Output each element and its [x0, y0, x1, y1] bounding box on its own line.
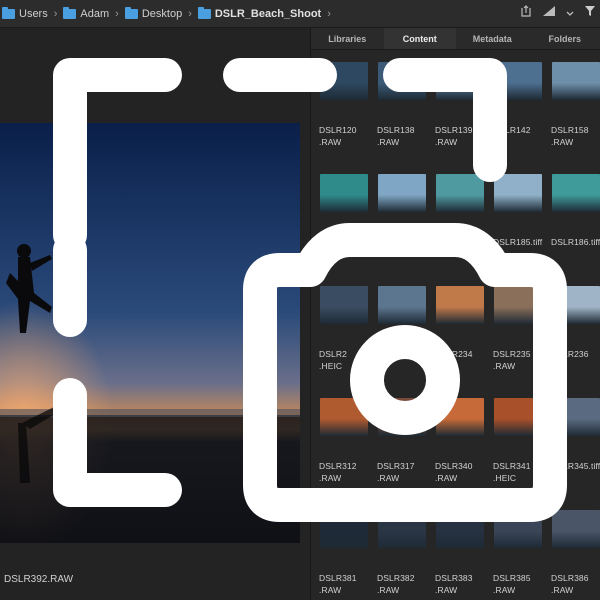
thumbnail-image — [494, 174, 542, 212]
tab-metadata[interactable]: Metadata — [456, 28, 529, 49]
folder-icon — [197, 6, 211, 19]
thumbnail-item[interactable]: DSLR158 .RAW — [549, 58, 600, 170]
thumbnail-image — [552, 510, 600, 548]
preview-caption: DSLR392.RAW — [4, 574, 74, 585]
thumbnail-item[interactable]: DSLR234 — [433, 282, 491, 394]
folder-icon — [63, 6, 77, 19]
thumbnail-item[interactable]: DSLR236 — [549, 282, 600, 394]
thumbnail-image — [436, 174, 484, 212]
thumbnail-image — [378, 286, 426, 324]
chevron-right-icon: › — [115, 7, 119, 20]
thumbnail-filename: DSLR317 .RAW — [377, 461, 415, 483]
thumbnail-filename: DSLR142 — [493, 125, 531, 135]
preview-image[interactable] — [0, 123, 300, 543]
share-icon[interactable] — [520, 5, 532, 20]
thumbnail-filename: DSLR382 .RAW — [377, 573, 415, 595]
thumbnail-image — [378, 398, 426, 436]
breadcrumb-users[interactable]: Users — [2, 6, 48, 20]
thumbnail-image — [552, 286, 600, 324]
tab-libraries[interactable]: Libraries — [311, 28, 384, 49]
thumbnail-filename-ext: .HEIC — [319, 361, 343, 371]
thumbnail-item[interactable]: DSLR138 .RAW — [375, 58, 433, 170]
thumbnail-filename: DSLR2 — [319, 349, 347, 359]
thumbnail-filename: DSLR381 .RAW — [319, 573, 357, 595]
folder-icon — [124, 6, 138, 19]
thumbnail-item[interactable]: DSLR186.tiff — [549, 170, 600, 282]
thumbnail-filename: DSLR312 .RAW — [319, 461, 357, 483]
thumbnail-image — [320, 62, 368, 100]
tab-content[interactable]: Content — [383, 28, 456, 49]
thumbnail-image — [494, 286, 542, 324]
content-panel: Libraries Content Metadata Folders DSLR1… — [310, 28, 600, 600]
thumbnail-image — [436, 398, 484, 436]
filter-icon[interactable] — [584, 5, 596, 20]
thumbnail-item[interactable]: DSLR382 .RAW — [375, 506, 433, 600]
thumbnail-item[interactable] — [317, 170, 375, 282]
thumbnail-item[interactable]: DSLR312 .RAW — [317, 394, 375, 506]
thumbnail-filename: DSLR386 .RAW — [551, 573, 589, 595]
thumbnail-filename: DSLR234 — [435, 349, 473, 359]
thumbnail-item[interactable] — [433, 170, 491, 282]
thumbnail-image — [378, 510, 426, 548]
thumbnail-item[interactable]: DSLR385 .RAW — [491, 506, 549, 600]
thumbnail-image — [494, 62, 542, 100]
thumbnail-item[interactable]: DSLR340 .RAW — [433, 394, 491, 506]
thumbnail-item[interactable]: DSLR317 .RAW — [375, 394, 433, 506]
chevron-down-icon[interactable] — [566, 6, 574, 20]
thumbnail-item[interactable]: DSLR235 .RAW — [491, 282, 549, 394]
signal-icon[interactable] — [542, 5, 556, 20]
thumbnail-image — [436, 286, 484, 324]
thumbnail-image — [320, 398, 368, 436]
breadcrumb-desktop[interactable]: Desktop — [124, 6, 182, 20]
thumbnail-image — [436, 510, 484, 548]
thumbnail-item[interactable]: DSLR386 .RAW — [549, 506, 600, 600]
thumbnail-filename: DSLR120 .RAW — [319, 125, 357, 147]
thumbnail-filename: DSLR139 .RAW — [435, 125, 473, 147]
chevron-right-icon: › — [188, 7, 192, 20]
thumbnail-filename: DSLR235 .RAW — [493, 349, 531, 371]
thumbnail-image — [436, 62, 484, 100]
thumbnail-image — [378, 174, 426, 212]
thumbnail-filename: DSLR138 .RAW — [377, 125, 415, 147]
breadcrumb: Users › Adam › Desktop › DSLR_Beach_Shoo… — [0, 0, 600, 28]
thumbnail-item[interactable] — [375, 170, 433, 282]
thumbnail-image — [552, 174, 600, 212]
thumbnail-image — [552, 398, 600, 436]
thumbnail-filename: DSLR345.tiff — [551, 461, 600, 471]
thumbnail-image — [494, 510, 542, 548]
thumbnail-item[interactable]: DSLR2 — [317, 282, 375, 394]
thumbnail-item[interactable]: DSLR139 .RAW — [433, 58, 491, 170]
thumbnail-image — [320, 174, 368, 212]
thumbnail-item[interactable] — [375, 282, 433, 394]
thumbnail-item[interactable]: DSLR185.tiff — [491, 170, 549, 282]
folder-icon — [2, 6, 15, 19]
thumbnail-filename: DSLR186.tiff — [551, 237, 600, 247]
thumbnail-item[interactable]: DSLR120 .RAW — [317, 58, 375, 170]
thumbnail-item[interactable]: DSLR142 — [491, 58, 549, 170]
breadcrumb-dslr-beach-shoot[interactable]: DSLR_Beach_Shoot — [197, 6, 321, 20]
chevron-right-icon: › — [53, 7, 58, 20]
thumbnail-filename: DSLR185.tiff — [493, 237, 543, 247]
tab-folders[interactable]: Folders — [529, 28, 600, 49]
thumbnail-filename: DSLR236 — [551, 349, 589, 359]
thumbnail-filename: DSLR341 .HEIC — [493, 461, 531, 483]
thumbnail-filename: DSLR158 .RAW — [551, 125, 589, 147]
thumbnail-item[interactable]: DSLR345.tiff — [549, 394, 600, 506]
chevron-right-icon: › — [327, 7, 331, 20]
preview-pane: DSLR392.RAW — [0, 28, 310, 600]
thumbnail-filename: DSLR383 .RAW — [435, 573, 473, 595]
breadcrumb-adam[interactable]: Adam — [63, 6, 109, 20]
thumbnail-image — [320, 286, 368, 324]
thumbnail-item[interactable]: DSLR381 .RAW — [317, 506, 375, 600]
thumbnail-item[interactable]: DSLR383 .RAW — [433, 506, 491, 600]
panel-tabs: Libraries Content Metadata Folders — [311, 28, 600, 50]
thumbnail-image — [378, 62, 426, 100]
thumbnail-image — [494, 398, 542, 436]
thumbnail-image — [320, 510, 368, 548]
thumbnail-filename: DSLR340 .RAW — [435, 461, 473, 483]
thumbnail-image — [552, 62, 600, 100]
thumbnail-filename: DSLR385 .RAW — [493, 573, 531, 595]
thumbnail-item[interactable]: DSLR341 .HEIC — [491, 394, 549, 506]
